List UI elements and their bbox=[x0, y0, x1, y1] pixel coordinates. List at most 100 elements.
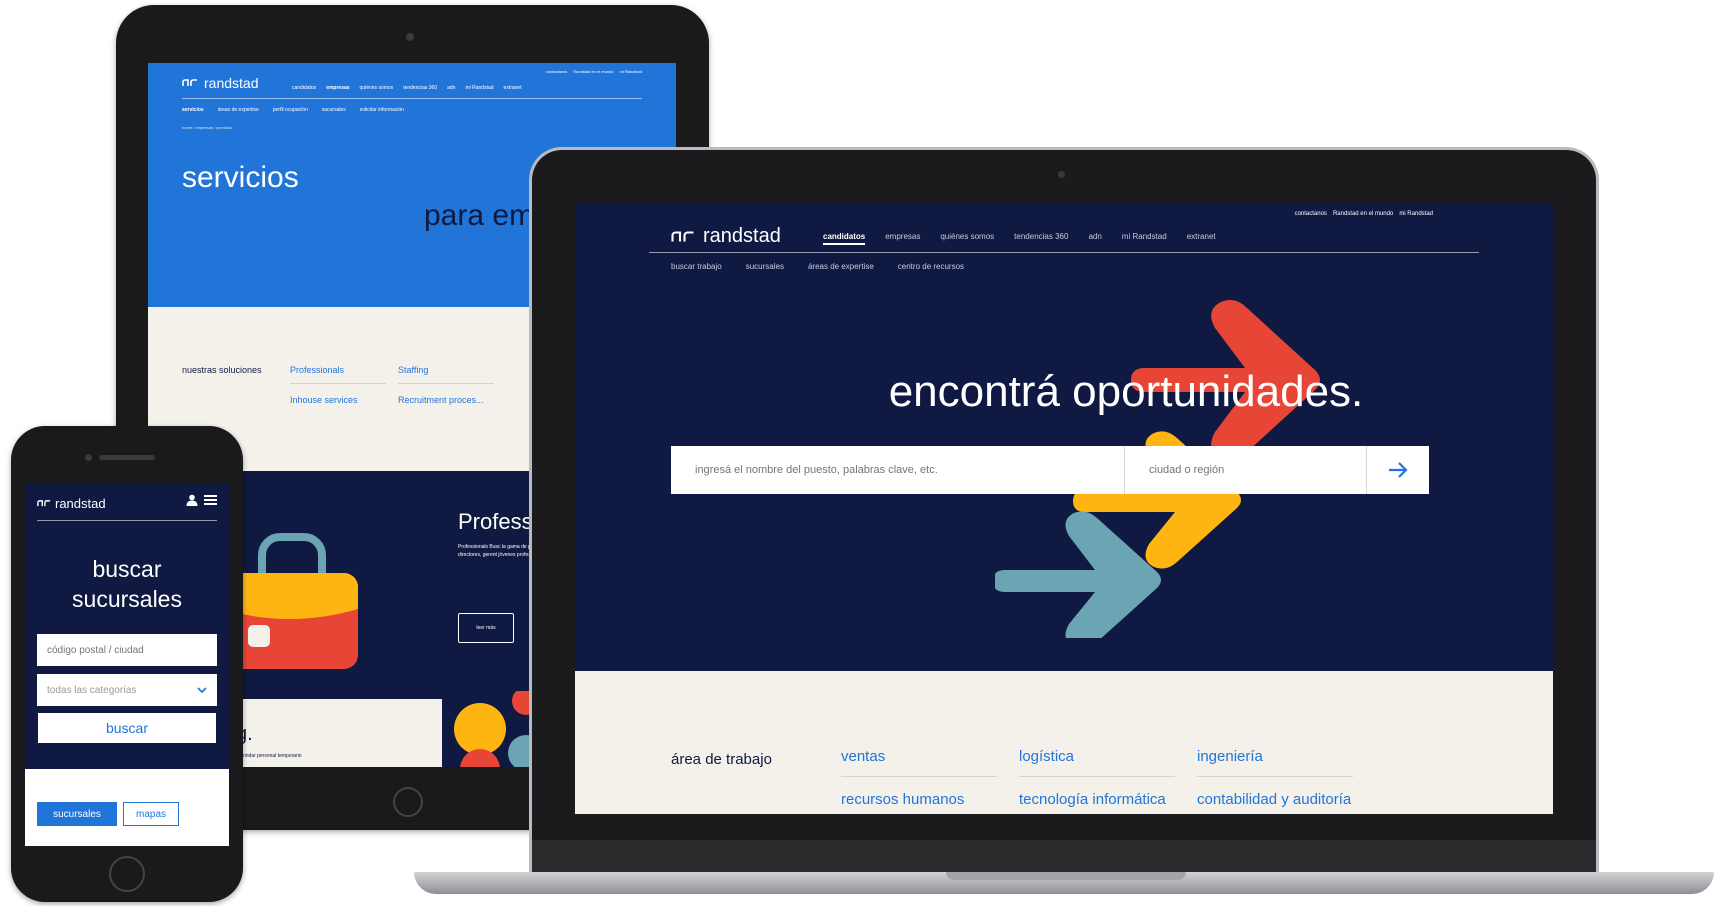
laptop-nav-candidatos[interactable]: candidatos bbox=[823, 232, 866, 245]
category-divider bbox=[1019, 776, 1175, 777]
tablet-sub-nav: servicios áreas de expertise perfil ocup… bbox=[182, 107, 404, 113]
tablet-main-nav: candidatos empresas quiénes somos tenden… bbox=[292, 85, 522, 91]
city-search-input[interactable] bbox=[1125, 446, 1367, 494]
laptop-utility-nav: contactanos Randstad en el mundo mi Rand… bbox=[1295, 211, 1433, 217]
phone-device: randstad buscar sucursales todas las cat… bbox=[11, 426, 243, 902]
tablet-subnav-perfil[interactable]: perfil ocupación bbox=[273, 107, 308, 113]
phone-title-line1: buscar bbox=[92, 556, 162, 582]
phone-header-icons bbox=[186, 494, 217, 506]
tablet-promo-title: Profess bbox=[458, 509, 533, 534]
phone-logo[interactable]: randstad bbox=[37, 496, 106, 511]
laptop-nav-adn[interactable]: adn bbox=[1088, 232, 1101, 245]
tablet-solution-divider bbox=[398, 383, 494, 384]
tablet-breadcrumb[interactable]: home / empresas / servicios bbox=[182, 125, 232, 130]
tablet-nav-quienes[interactable]: quiénes somos bbox=[360, 85, 394, 91]
laptop-device: randstad contactanos Randstad en el mund… bbox=[532, 150, 1596, 880]
randstad-logo-icon bbox=[671, 230, 694, 241]
user-icon[interactable] bbox=[186, 494, 198, 506]
tablet-solution-professionals[interactable]: Professionals bbox=[290, 365, 344, 375]
laptop-nav-divider bbox=[649, 252, 1479, 253]
tablet-subnav-areas[interactable]: áreas de expertise bbox=[218, 107, 259, 113]
tablet-read-more-button[interactable]: leer más bbox=[458, 613, 514, 643]
laptop-subnav-areas[interactable]: áreas de expertise bbox=[808, 262, 874, 271]
category-recursos-humanos[interactable]: recursos humanos bbox=[841, 791, 964, 808]
laptop-camera bbox=[1058, 171, 1065, 178]
tablet-solution-recruitment[interactable]: Recruitment proces... bbox=[398, 395, 484, 405]
tablet-utility-nav: contactanos Randstad en el mundo mi Rand… bbox=[546, 69, 642, 74]
laptop-nav-extranet[interactable]: extranet bbox=[1187, 232, 1216, 245]
tablet-nav-empresas[interactable]: empresas bbox=[326, 85, 349, 91]
laptop-hero-heading: encontrá oportunidades. bbox=[888, 367, 1364, 416]
tablet-subnav-sucursales[interactable]: sucursales bbox=[322, 107, 346, 113]
tablet-solution-divider bbox=[290, 383, 386, 384]
tablet-logo[interactable]: randstad bbox=[182, 75, 258, 91]
randstad-logo-icon bbox=[37, 500, 51, 507]
category-select-value: todas las categorías bbox=[47, 684, 137, 696]
tablet-solution-inhouse[interactable]: Inhouse services bbox=[290, 395, 358, 405]
category-tecnologia[interactable]: tecnología informática bbox=[1019, 791, 1166, 808]
briefcase-illustration-icon bbox=[222, 533, 358, 669]
tablet-subnav-servicios[interactable]: servicios bbox=[182, 107, 204, 113]
laptop-util-world[interactable]: Randstad en el mundo bbox=[1333, 211, 1393, 217]
phone-title-line2: sucursales bbox=[72, 586, 182, 612]
tablet-util-world[interactable]: Randstad en el mundo bbox=[573, 69, 613, 74]
tablet-util-account[interactable]: mi Randstad bbox=[620, 69, 642, 74]
postal-code-input[interactable] bbox=[37, 634, 217, 666]
laptop-screen: randstad contactanos Randstad en el mund… bbox=[575, 203, 1553, 814]
tablet-brand-name: randstad bbox=[204, 75, 259, 91]
work-area-label: área de trabajo bbox=[671, 751, 772, 768]
tablet-subnav-solicitar[interactable]: solicitar información bbox=[360, 107, 404, 113]
laptop-subnav-buscar-trabajo[interactable]: buscar trabajo bbox=[671, 262, 722, 271]
phone-page-title: buscar sucursales bbox=[25, 554, 229, 614]
keyword-search-input[interactable] bbox=[671, 446, 1125, 494]
tablet-nav-extranet[interactable]: extranet bbox=[504, 85, 522, 91]
laptop-subnav-sucursales[interactable]: sucursales bbox=[746, 262, 784, 271]
tablet-footer-subtitle: a brindar personal temporario bbox=[236, 753, 302, 759]
laptop-nav-empresas[interactable]: empresas bbox=[885, 232, 920, 245]
laptop-sub-nav: buscar trabajo sucursales áreas de exper… bbox=[671, 262, 964, 271]
menu-icon[interactable] bbox=[204, 494, 217, 506]
randstad-logo-icon bbox=[182, 79, 197, 86]
category-ventas[interactable]: ventas bbox=[841, 748, 885, 765]
category-divider bbox=[1197, 776, 1353, 777]
phone-speaker bbox=[99, 455, 155, 460]
tablet-nav-candidatos[interactable]: candidatos bbox=[292, 85, 316, 91]
phone-brand-name: randstad bbox=[55, 496, 106, 511]
tablet-solutions-label: nuestras soluciones bbox=[182, 365, 262, 375]
tablet-nav-tendencias[interactable]: tendencias 360 bbox=[403, 85, 437, 91]
tablet-nav-adn[interactable]: adn bbox=[447, 85, 455, 91]
category-divider bbox=[841, 776, 997, 777]
phone-header-divider bbox=[37, 520, 217, 521]
arrow-right-icon bbox=[1389, 462, 1408, 478]
category-ingenieria[interactable]: ingeniería bbox=[1197, 748, 1263, 765]
tablet-camera bbox=[406, 33, 414, 41]
laptop-nav-mi-randstad[interactable]: mi Randstad bbox=[1122, 232, 1167, 245]
branch-search-button[interactable]: buscar bbox=[37, 712, 217, 744]
laptop-subnav-recursos[interactable]: centro de recursos bbox=[898, 262, 964, 271]
laptop-logo[interactable]: randstad bbox=[671, 225, 781, 248]
phone-screen: randstad buscar sucursales todas las cat… bbox=[25, 484, 229, 846]
laptop-nav-quienes[interactable]: quiénes somos bbox=[940, 232, 994, 245]
search-submit-button[interactable] bbox=[1367, 446, 1429, 494]
phone-home-button[interactable] bbox=[109, 856, 145, 892]
tablet-solution-staffing[interactable]: Staffing bbox=[398, 365, 428, 375]
chevron-down-icon bbox=[197, 687, 207, 693]
category-logistica[interactable]: logística bbox=[1019, 748, 1074, 765]
device-mockup-stage: randstad contactanos Randstad en el mund… bbox=[0, 0, 1721, 906]
tab-mapas[interactable]: mapas bbox=[123, 802, 179, 826]
tablet-page-title: servicios bbox=[182, 161, 299, 194]
laptop-job-search-bar bbox=[671, 446, 1429, 494]
tablet-nav-divider bbox=[182, 98, 642, 99]
tablet-util-contact[interactable]: contactanos bbox=[546, 69, 568, 74]
laptop-trackpad-notch bbox=[946, 872, 1186, 880]
tab-sucursales[interactable]: sucursales bbox=[37, 802, 117, 826]
tablet-home-button[interactable] bbox=[393, 787, 423, 817]
phone-camera bbox=[85, 454, 92, 461]
laptop-brand-name: randstad bbox=[703, 225, 781, 247]
category-contabilidad[interactable]: contabilidad y auditoría bbox=[1197, 791, 1351, 808]
laptop-nav-tendencias[interactable]: tendencias 360 bbox=[1014, 232, 1068, 245]
laptop-util-contact[interactable]: contactanos bbox=[1295, 211, 1327, 217]
tablet-nav-mi-randstad[interactable]: mi Randstad bbox=[465, 85, 493, 91]
category-select[interactable]: todas las categorías bbox=[37, 674, 217, 706]
laptop-util-account[interactable]: mi Randstad bbox=[1399, 211, 1433, 217]
